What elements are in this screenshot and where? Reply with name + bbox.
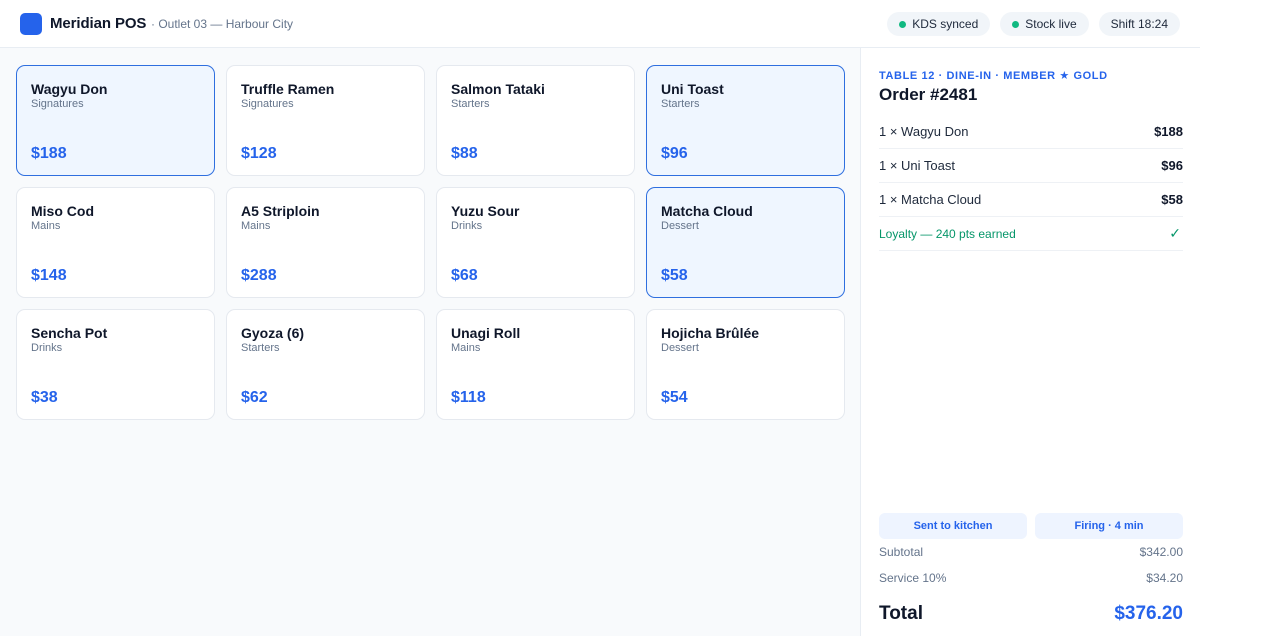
status-pills: KDS synced Stock live Shift 18:24 [887,12,1180,36]
order-line-label: 1 × Wagyu Don [879,124,969,139]
menu-item-name: A5 Striploin [241,203,320,219]
loyalty-row: Loyalty — 240 pts earned ✓ [879,217,1183,251]
order-line-label: 1 × Matcha Cloud [879,192,982,207]
menu-item-name: Truffle Ramen [241,81,335,97]
menu-item-category: Mains [451,342,481,354]
order-lines: 1 × Wagyu Don $188 1 × Uni Toast $96 1 ×… [879,115,1183,251]
service-row: Service 10% $34.20 [879,571,1183,585]
service-label: Service 10% [879,571,947,585]
order-line[interactable]: 1 × Matcha Cloud $58 [879,183,1183,217]
kitchen-status-row: Sent to kitchen Firing · 4 min [879,513,1183,539]
brand-logo-icon [20,13,42,35]
pill-label: Shift 18:24 [1110,17,1168,31]
order-number: Order #2481 [879,85,978,104]
table-meta: TABLE 12 · DINE-IN · MEMBER ★ GOLD [879,70,1108,82]
menu-item-name: Miso Cod [31,203,94,219]
order-panel: TABLE 12 · DINE-IN · MEMBER ★ GOLD Order… [860,48,1200,636]
menu-item-card[interactable]: Wagyu Don Signatures $188 [16,65,215,176]
sent-to-kitchen-button[interactable]: Sent to kitchen [879,513,1027,539]
order-line[interactable]: 1 × Wagyu Don $188 [879,115,1183,149]
menu-item-category: Starters [661,98,700,110]
loyalty-label: Loyalty — 240 pts earned [879,226,1016,241]
subtotal-label: Subtotal [879,545,924,559]
menu-item-name: Yuzu Sour [451,203,520,219]
menu-item-name: Sencha Pot [31,325,108,341]
menu-item-card[interactable]: A5 Striploin Mains $288 [226,187,425,298]
menu-item-price: $148 [31,267,67,284]
menu-item-category: Mains [241,220,271,232]
menu-item-card[interactable]: Gyoza (6) Starters $62 [226,309,425,420]
subtotal-value: $342.00 [1139,545,1183,559]
status-dot-icon [899,20,907,28]
firing-timer-button[interactable]: Firing · 4 min [1035,513,1183,539]
top-bar: Meridian POS · Outlet 03 — Harbour City … [0,0,1200,48]
pill-kds-synced[interactable]: KDS synced [887,12,991,36]
menu-item-name: Uni Toast [661,81,724,97]
order-line-amount: $188 [1154,124,1183,139]
total-row: Total $376.20 [879,603,1183,625]
order-line-amount: $96 [1161,158,1183,173]
total-label: Total [879,603,923,624]
subtotal-row: Subtotal $342.00 [879,545,1183,559]
order-line-amount: $58 [1161,192,1183,207]
menu-item-category: Dessert [661,220,699,232]
order-line-label: 1 × Uni Toast [879,158,956,173]
menu-item-price: $62 [241,389,268,406]
menu-item-name: Unagi Roll [451,325,521,341]
menu-item-card[interactable]: Unagi Roll Mains $118 [436,309,635,420]
menu-item-category: Mains [31,220,61,232]
status-dot-icon [1012,20,1020,28]
menu-item-price: $188 [31,145,67,162]
menu-item-price: $68 [451,267,478,284]
menu-item-category: Drinks [31,342,63,354]
menu-item-category: Dessert [661,342,699,354]
menu-item-card[interactable]: Miso Cod Mains $148 [16,187,215,298]
order-line[interactable]: 1 × Uni Toast $96 [879,149,1183,183]
menu-item-name: Wagyu Don [31,81,108,97]
menu-item-price: $38 [31,389,58,406]
menu-item-card[interactable]: Sencha Pot Drinks $38 [16,309,215,420]
menu-item-card[interactable]: Truffle Ramen Signatures $128 [226,65,425,176]
menu-item-price: $54 [661,389,688,406]
menu-item-category: Drinks [451,220,483,232]
menu-item-name: Hojicha Brûlée [661,325,760,341]
menu-item-price: $288 [241,267,277,284]
menu-item-card[interactable]: Yuzu Sour Drinks $68 [436,187,635,298]
outlet-label: · Outlet 03 — Harbour City [151,17,294,31]
menu-item-card[interactable]: Matcha Cloud Dessert $58 [646,187,845,298]
menu-item-price: $96 [661,145,688,162]
menu-grid: Wagyu Don Signatures $188 Truffle Ramen Sign… [16,65,845,420]
menu-item-category: Starters [451,98,490,110]
pill-label: Stock live [1025,17,1077,31]
pill-shift[interactable]: Shift 18:24 [1098,12,1180,36]
menu-item-name: Salmon Tataki [451,81,545,97]
menu-item-price: $128 [241,145,277,162]
pos-app: Meridian POS · Outlet 03 — Harbour City … [0,0,1200,636]
pill-stock-live[interactable]: Stock live [1000,12,1089,36]
menu-item-category: Starters [241,342,280,354]
menu-item-card[interactable]: Salmon Tataki Starters $88 [436,65,635,176]
service-value: $34.20 [1146,571,1183,585]
menu-item-name: Gyoza (6) [241,325,305,341]
menu-item-card[interactable]: Uni Toast Starters $96 [646,65,845,176]
menu-item-price: $118 [451,389,486,406]
menu-item-price: $58 [661,267,688,284]
menu-item-name: Matcha Cloud [661,203,753,219]
check-icon: ✓ [1169,225,1181,241]
menu-item-card[interactable]: Hojicha Brûlée Dessert $54 [646,309,845,420]
menu-item-category: Signatures [31,98,84,110]
pill-label: KDS synced [912,17,979,31]
menu-item-price: $88 [451,145,478,162]
brand-name: Meridian POS [50,15,147,32]
menu-item-category: Signatures [241,98,294,110]
total-value: $376.20 [1114,603,1183,624]
